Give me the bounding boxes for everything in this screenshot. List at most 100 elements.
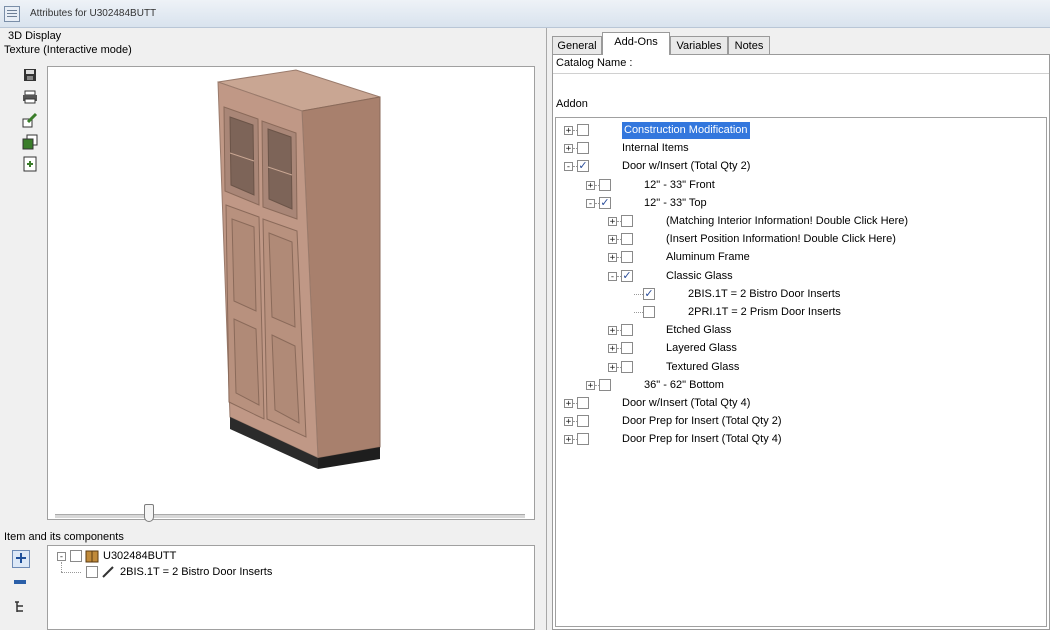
addon-tree[interactable]: + Construction Modification + Internal Item… bbox=[555, 117, 1047, 627]
tree-row[interactable]: + (Matching Interior Information! Double … bbox=[556, 213, 1044, 230]
tree-checkbox[interactable]: ✓ bbox=[577, 160, 589, 173]
tree-row[interactable]: + Construction Modification bbox=[556, 122, 1044, 139]
tree-row[interactable]: - ✓ Door w/Insert (Total Qty 2) bbox=[556, 158, 1044, 175]
tree-row[interactable]: + Etched Glass bbox=[556, 322, 1044, 339]
component-child[interactable]: 2BIS.1T = 2 Bistro Door Inserts bbox=[120, 566, 272, 578]
window-icon bbox=[4, 6, 20, 22]
tree-checkbox[interactable] bbox=[577, 415, 589, 428]
tree-checkbox[interactable] bbox=[621, 360, 633, 373]
tree-checkbox[interactable] bbox=[577, 433, 589, 446]
tree-row[interactable]: + Door Prep for Insert (Total Qty 4) bbox=[556, 431, 1044, 448]
components-tree[interactable]: - U302484BUTT 2BIS.1T = 2 Bistro Door In… bbox=[47, 545, 535, 630]
cabinet-icon bbox=[85, 550, 99, 563]
tree-checkbox[interactable] bbox=[599, 178, 611, 191]
components-label: Item and its components bbox=[4, 531, 124, 543]
collapse-icon[interactable]: - bbox=[586, 198, 595, 208]
tree-row[interactable]: +36" - 62" Bottom bbox=[556, 377, 1044, 394]
expand-icon[interactable]: + bbox=[608, 253, 617, 263]
save-icon[interactable] bbox=[22, 68, 38, 84]
tree-item-label[interactable]: 2PRI.1T = 2 Prism Door Inserts bbox=[688, 304, 841, 321]
expand-icon[interactable]: + bbox=[586, 180, 595, 190]
slider-thumb[interactable] bbox=[144, 504, 154, 522]
tree-item-label[interactable]: Internal Items bbox=[622, 140, 689, 157]
expand-icon[interactable]: + bbox=[564, 126, 573, 136]
tree-item-label[interactable]: Classic Glass bbox=[666, 268, 733, 285]
tree-checkbox[interactable] bbox=[577, 124, 589, 136]
slider-track bbox=[55, 514, 525, 518]
tree-row[interactable]: + (Insert Position Information! Double Cl… bbox=[556, 231, 1044, 248]
tree-checkbox[interactable] bbox=[643, 306, 655, 318]
tree-item-label[interactable]: 36" - 62" Bottom bbox=[644, 377, 724, 394]
tree-checkbox[interactable] bbox=[621, 233, 633, 246]
tree-row[interactable]: + Internal Items bbox=[556, 140, 1044, 157]
tree-row[interactable]: +12" - 33" Front bbox=[556, 177, 1044, 194]
expand-icon[interactable]: + bbox=[586, 380, 595, 390]
remove-component-icon[interactable] bbox=[12, 574, 28, 590]
tree-checkbox[interactable] bbox=[621, 324, 633, 337]
tab-add-ons[interactable]: Add-Ons bbox=[602, 32, 670, 55]
expand-icon[interactable]: + bbox=[564, 417, 573, 427]
export-icon[interactable] bbox=[22, 156, 38, 172]
cabinet-model bbox=[217, 69, 381, 469]
tree-item-label[interactable]: Textured Glass bbox=[666, 359, 739, 376]
tree-item-label[interactable]: Door Prep for Insert (Total Qty 4) bbox=[622, 431, 782, 448]
tree-view-icon[interactable] bbox=[12, 600, 28, 616]
tree-item-label[interactable]: 2BIS.1T = 2 Bistro Door Inserts bbox=[688, 286, 840, 303]
expand-icon[interactable]: + bbox=[608, 326, 617, 336]
pencil-icon bbox=[102, 566, 114, 578]
tree-row[interactable]: 2PRI.1T = 2 Prism Door Inserts bbox=[556, 304, 1044, 321]
collapse-icon[interactable]: - bbox=[564, 162, 573, 172]
tab-general[interactable]: General bbox=[552, 36, 602, 54]
tree-row[interactable]: ✓ 2BIS.1T = 2 Bistro Door Inserts bbox=[556, 286, 1044, 303]
tree-row[interactable]: + Textured Glass bbox=[556, 359, 1044, 376]
expand-icon[interactable]: + bbox=[564, 144, 573, 154]
tree-checkbox[interactable]: ✓ bbox=[621, 269, 633, 282]
tree-item-label[interactable]: 12" - 33" Front bbox=[644, 177, 715, 194]
tab-notes[interactable]: Notes bbox=[728, 36, 770, 54]
tree-checkbox[interactable] bbox=[577, 397, 589, 409]
tree-item-label[interactable]: Aluminum Frame bbox=[666, 249, 750, 266]
tree-item-label[interactable]: (Insert Position Information! Double Cli… bbox=[666, 231, 896, 248]
tree-item-label[interactable]: Construction Modification bbox=[622, 122, 750, 139]
copy-icon[interactable] bbox=[22, 134, 38, 150]
expand-icon[interactable]: + bbox=[564, 435, 573, 445]
tree-item-label[interactable]: Door w/Insert (Total Qty 4) bbox=[622, 395, 750, 412]
expand-icon[interactable]: + bbox=[608, 344, 617, 354]
tree-checkbox[interactable] bbox=[621, 215, 633, 227]
tree-checkbox[interactable]: ✓ bbox=[599, 196, 611, 209]
3d-viewport[interactable] bbox=[47, 66, 535, 520]
print-icon[interactable] bbox=[22, 90, 38, 106]
expand-icon[interactable]: + bbox=[608, 235, 617, 245]
tree-item-label[interactable]: Door Prep for Insert (Total Qty 2) bbox=[622, 413, 782, 430]
tree-checkbox[interactable] bbox=[621, 342, 633, 355]
expand-icon[interactable]: + bbox=[564, 399, 573, 409]
component-child-checkbox[interactable] bbox=[86, 566, 98, 578]
expand-toggle[interactable]: - bbox=[57, 552, 66, 562]
tree-row[interactable]: - ✓ 12" - 33" Top bbox=[556, 195, 1044, 212]
component-root[interactable]: U302484BUTT bbox=[103, 550, 176, 562]
component-checkbox[interactable] bbox=[70, 550, 82, 562]
tree-item-label[interactable]: Door w/Insert (Total Qty 2) bbox=[622, 158, 750, 175]
expand-icon[interactable]: + bbox=[608, 217, 617, 227]
add-component-icon[interactable] bbox=[12, 550, 30, 568]
tree-row[interactable]: + Door w/Insert (Total Qty 4) bbox=[556, 395, 1044, 412]
tree-row[interactable]: + Aluminum Frame bbox=[556, 249, 1044, 266]
tab-variables[interactable]: Variables bbox=[670, 36, 728, 54]
tree-checkbox[interactable] bbox=[621, 251, 633, 264]
tree-checkbox[interactable] bbox=[577, 142, 589, 155]
edit-icon[interactable] bbox=[22, 112, 38, 128]
tree-item-label[interactable]: Etched Glass bbox=[666, 322, 731, 339]
tree-row[interactable]: + Layered Glass bbox=[556, 340, 1044, 357]
collapse-icon[interactable]: - bbox=[608, 271, 617, 281]
tree-checkbox[interactable] bbox=[599, 378, 611, 391]
tree-item-label[interactable]: Layered Glass bbox=[666, 340, 737, 357]
expand-icon[interactable]: + bbox=[608, 362, 617, 372]
tree-row[interactable]: + Door Prep for Insert (Total Qty 2) bbox=[556, 413, 1044, 430]
tree-item-label[interactable]: 12" - 33" Top bbox=[644, 195, 707, 212]
window-title: Attributes for U302484BUTT bbox=[30, 8, 157, 19]
left-panel: 3D Display Texture (Interactive mode) It… bbox=[0, 28, 547, 630]
catalog-name-label: Catalog Name : bbox=[556, 57, 633, 69]
tree-row[interactable]: - ✓ Classic Glass bbox=[556, 268, 1044, 285]
tree-item-label[interactable]: (Matching Interior Information! Double C… bbox=[666, 213, 908, 230]
tree-checkbox[interactable]: ✓ bbox=[643, 287, 655, 300]
